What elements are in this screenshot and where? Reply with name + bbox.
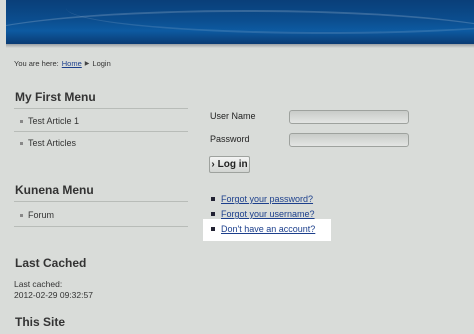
forgot-username-link[interactable]: Forgot your username? [221, 209, 315, 219]
bullet-icon [211, 197, 215, 201]
header-shadow [6, 44, 474, 48]
login-button-label: Log in [217, 159, 248, 170]
divider [14, 201, 188, 202]
bullet-icon [211, 227, 215, 231]
sidebar-item-forum[interactable]: Forum [20, 210, 54, 220]
bullet-icon [211, 212, 215, 216]
forgot-password-item: Forgot your password? [211, 194, 313, 204]
login-button[interactable]: › Log in [209, 156, 250, 173]
sidebar-item-test-article-1[interactable]: Test Article 1 [20, 116, 79, 126]
password-input[interactable] [289, 133, 409, 147]
forgot-username-item: Forgot your username? [211, 209, 315, 219]
breadcrumb-prefix: You are here: [14, 59, 59, 68]
breadcrumb-home-link[interactable]: Home [62, 59, 82, 68]
register-item: Don't have an account? [211, 224, 315, 234]
header-banner [6, 0, 474, 44]
breadcrumb-arrow-icon: ▶ [84, 61, 90, 67]
breadcrumb: You are here: Home ▶ Login [14, 59, 111, 68]
bullet-icon [20, 213, 23, 217]
username-input[interactable] [289, 110, 409, 124]
breadcrumb-current: Login [92, 59, 111, 68]
sidebar-item-label: Test Article 1 [28, 116, 80, 126]
divider [14, 131, 188, 132]
username-label: User Name [210, 111, 256, 121]
password-label: Password [210, 134, 250, 144]
menu1-title: My First Menu [15, 90, 96, 104]
divider [14, 226, 188, 227]
sidebar-item-label: Test Articles [28, 138, 77, 148]
register-link[interactable]: Don't have an account? [221, 224, 315, 234]
divider [14, 108, 188, 109]
sidebar-item-label: Forum [28, 210, 55, 220]
forgot-password-link[interactable]: Forgot your password? [221, 194, 313, 204]
bullet-icon [20, 141, 23, 145]
sidebar-item-test-articles[interactable]: Test Articles [20, 138, 76, 148]
last-cached-title: Last Cached [15, 256, 87, 270]
last-cached-value: 2012-02-29 09:32:57 [14, 290, 93, 300]
last-cached-label: Last cached: [14, 279, 63, 289]
chevron-right-icon: › [211, 159, 215, 170]
menu2-title: Kunena Menu [15, 183, 94, 197]
this-site-title: This Site [15, 315, 66, 329]
bullet-icon [20, 119, 23, 123]
